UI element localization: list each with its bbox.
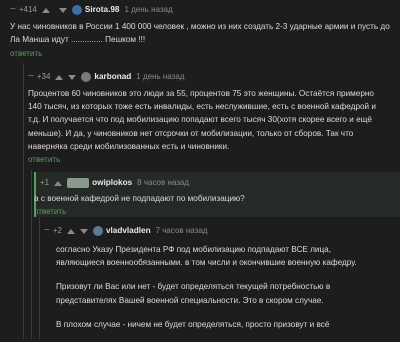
username[interactable]: vladvladlen (106, 224, 151, 237)
downvote-icon[interactable] (58, 7, 67, 13)
comment-controls: +1 (40, 176, 67, 189)
reply-link[interactable]: ответить (28, 153, 388, 166)
reply-link[interactable]: ответить (34, 205, 390, 218)
comment: − +2 vladvladlen 7 часов назад согласно … (44, 225, 390, 342)
upvote-icon[interactable] (66, 228, 75, 234)
collapse-icon[interactable]: − (28, 70, 34, 83)
avatar[interactable] (71, 5, 82, 15)
comment: − +414 Sirota.98 1 день назад У нас чино… (10, 4, 392, 61)
score: +1 (40, 178, 50, 188)
comment-controls: − +34 (28, 70, 81, 83)
upvote-icon[interactable] (54, 180, 63, 186)
comment-paragraph: В плохом случае - ничем не будет определ… (56, 319, 330, 329)
score: +34 (36, 72, 51, 82)
timestamp[interactable]: 1 день назад (136, 70, 184, 83)
comment-paragraph: согласно Указу Президента РФ под мобилиз… (56, 245, 357, 268)
comment-text: согласно Указу Президента РФ под мобилиз… (56, 243, 376, 331)
thread-line[interactable] (39, 215, 40, 339)
comment-text: Процентов 60 чиновников это люди за 55, … (28, 89, 376, 151)
timestamp[interactable]: 1 день назад (124, 3, 172, 16)
thread-line[interactable] (31, 170, 32, 339)
downvote-icon[interactable] (68, 74, 77, 80)
comment: − +34 karbonad 1 день назад Процентов 60… (28, 71, 388, 166)
collapse-icon[interactable]: − (44, 224, 50, 237)
downvote-icon[interactable] (79, 228, 88, 234)
score: +2 (52, 226, 62, 236)
timestamp[interactable]: 7 часов назад (156, 224, 208, 237)
comment-text: У нас чиновников в России 1 400 000 чело… (10, 22, 390, 45)
thread-line[interactable] (23, 63, 24, 339)
username[interactable]: karbonad (94, 70, 131, 83)
comment: +1 owiplokos 8 часов назад а с военной к… (34, 176, 390, 218)
comment-text: а с военной кафедрой не подпадают по моб… (34, 194, 245, 203)
comment-paragraph: Призовут ли Вас или нет - будет определя… (56, 282, 331, 305)
reply-link[interactable]: ответить (10, 47, 392, 60)
comment-controls: − +2 (44, 224, 93, 237)
username[interactable]: Sirota.98 (85, 3, 120, 16)
timestamp[interactable]: 8 часов назад (137, 176, 189, 189)
avatar[interactable] (92, 226, 103, 236)
upvote-icon[interactable] (41, 7, 50, 13)
score: +414 (18, 5, 37, 15)
avatar[interactable] (81, 72, 92, 82)
upvote-icon[interactable] (55, 74, 64, 80)
comment-controls: − +414 (10, 3, 72, 16)
avatar[interactable] (67, 178, 90, 188)
collapse-icon[interactable]: − (10, 3, 16, 16)
username[interactable]: owiplokos (92, 176, 132, 189)
